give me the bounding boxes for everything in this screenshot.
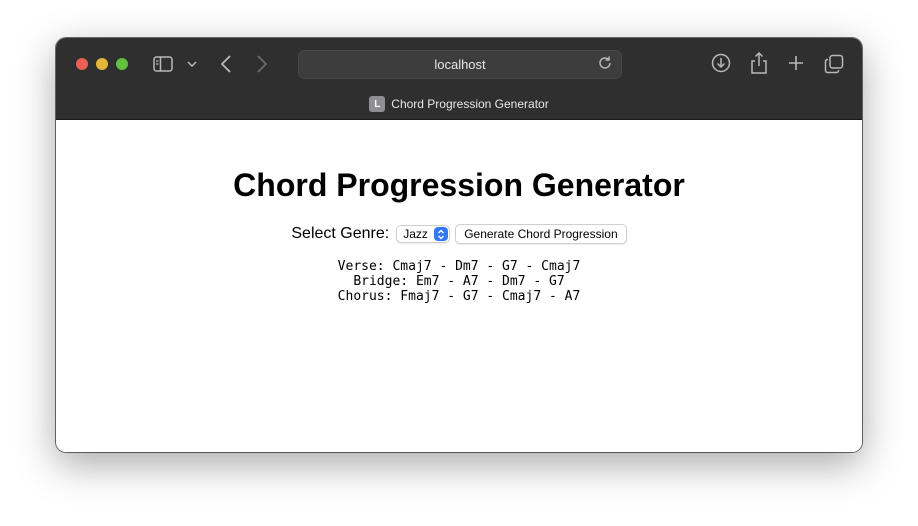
reload-icon[interactable]: [597, 55, 615, 73]
plus-icon[interactable]: [787, 54, 805, 72]
active-tab[interactable]: L Chord Progression Generator: [56, 95, 862, 113]
genre-label: Select Genre:: [291, 225, 390, 242]
chevron-down-icon[interactable]: [186, 56, 198, 72]
url-text[interactable]: localhost: [299, 51, 621, 78]
progression-line: Bridge: Em7 - A7 - Dm7 - G7: [353, 274, 565, 289]
genre-controls: Select Genre: Jazz Generate Chord Progre…: [56, 224, 862, 244]
share-icon[interactable]: [750, 51, 768, 75]
maximize-window-button[interactable]: [116, 58, 128, 70]
progression-line: Chorus: Fmaj7 - G7 - Cmaj7 - A7: [337, 289, 581, 304]
address-bar[interactable]: localhost: [298, 50, 622, 79]
forward-arrow-icon[interactable]: [254, 53, 270, 75]
genre-select[interactable]: Jazz: [396, 225, 451, 243]
genre-selected-value: Jazz: [403, 227, 428, 241]
back-arrow-icon[interactable]: [218, 53, 234, 75]
tab-title: Chord Progression Generator: [391, 97, 549, 111]
favicon: L: [369, 96, 386, 112]
browser-toolbar: localhost L Chord Progression Generator: [56, 38, 862, 120]
tabs-overview-icon[interactable]: [824, 54, 844, 74]
close-window-button[interactable]: [76, 58, 88, 70]
browser-window: localhost L Chord Progression Generator …: [56, 38, 862, 452]
select-arrows-icon: [434, 227, 449, 241]
download-icon[interactable]: [711, 53, 731, 73]
progression-line: Verse: Cmaj7 - Dm7 - G7 - Cmaj7: [337, 259, 581, 274]
minimize-window-button[interactable]: [96, 58, 108, 70]
page-content: Chord Progression Generator Select Genre…: [56, 120, 862, 452]
progression-output: Verse: Cmaj7 - Dm7 - G7 - Cmaj7 Bridge: …: [56, 259, 862, 304]
page-title: Chord Progression Generator: [233, 167, 685, 203]
generate-button[interactable]: Generate Chord Progression: [455, 224, 627, 244]
sidebar-icon[interactable]: [152, 54, 174, 74]
